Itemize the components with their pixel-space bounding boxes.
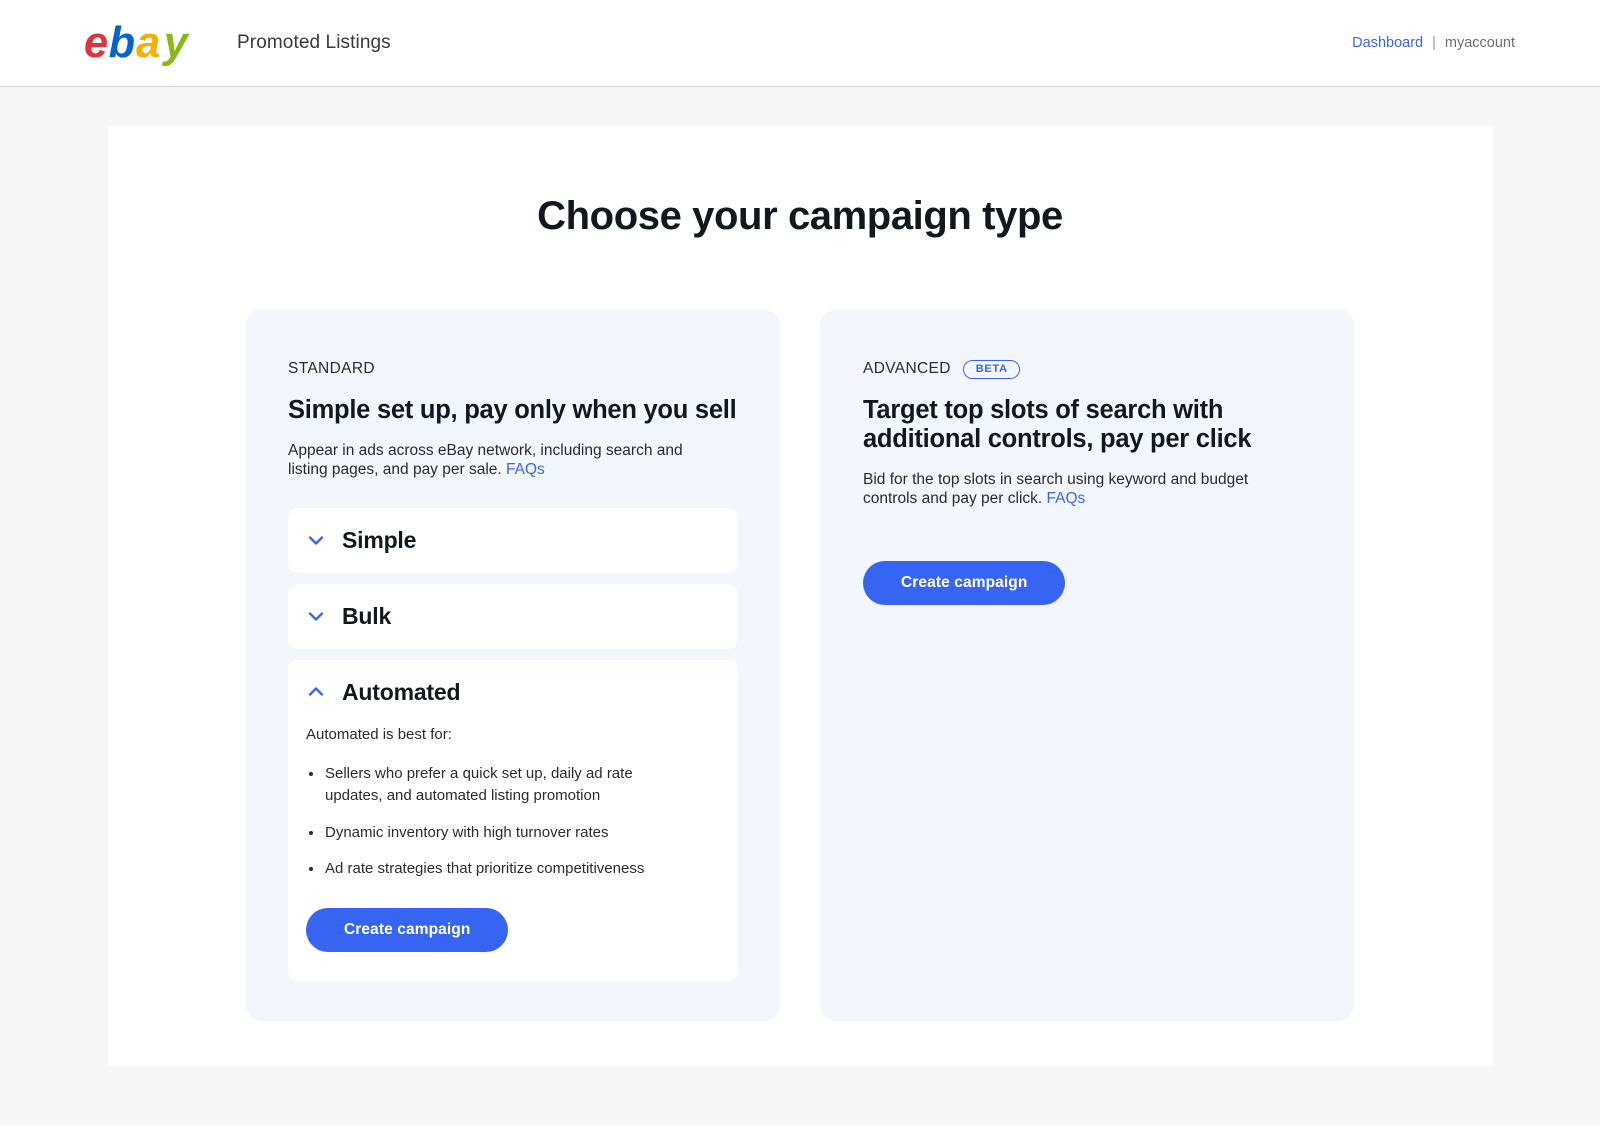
automated-benefits-list: Sellers who prefer a quick set up, daily…	[306, 763, 716, 881]
svg-text:a: a	[136, 19, 160, 67]
site-header: e b a y Promoted Listings Dashboard | my…	[0, 0, 1600, 87]
standard-eyebrow-row: STANDARD	[288, 358, 738, 380]
standard-faqs-link[interactable]: FAQs	[506, 461, 545, 478]
accordion-header-bulk[interactable]: Bulk	[305, 603, 716, 630]
standard-description-text: Appear in ads across eBay network, inclu…	[288, 441, 683, 478]
ebay-logo[interactable]: e b a y	[84, 19, 214, 67]
accordion-item-bulk[interactable]: Bulk	[288, 583, 738, 649]
campaign-type-options: STANDARD Simple set up, pay only when yo…	[108, 309, 1493, 1021]
advanced-eyebrow-row: ADVANCED BETA	[863, 358, 1312, 380]
brand-block: e b a y Promoted Listings	[84, 19, 391, 67]
chevron-up-icon[interactable]	[305, 681, 327, 703]
accordion-body-automated: Automated is best for: Sellers who prefe…	[305, 726, 716, 952]
chevron-down-icon[interactable]	[305, 529, 327, 551]
accordion-header-simple[interactable]: Simple	[305, 527, 716, 554]
advanced-campaign-card: ADVANCED BETA Target top slots of search…	[820, 309, 1354, 1021]
header-nav: Dashboard | myaccount	[1352, 35, 1570, 51]
svg-text:y: y	[162, 19, 190, 67]
standard-eyebrow: STANDARD	[288, 360, 375, 377]
accordion-title-automated: Automated	[342, 678, 461, 705]
accordion-item-simple[interactable]: Simple	[288, 507, 738, 573]
create-campaign-button-automated[interactable]: Create campaign	[306, 907, 509, 952]
list-item: Dynamic inventory with high turnover rat…	[306, 822, 666, 845]
list-item: Ad rate strategies that prioritize compe…	[306, 858, 666, 881]
standard-heading: Simple set up, pay only when you sell	[288, 396, 737, 424]
myaccount-link[interactable]: myaccount	[1445, 35, 1515, 51]
content-panel: Choose your campaign type STANDARD Simpl…	[107, 126, 1493, 1066]
accordion-title-bulk: Bulk	[342, 602, 392, 629]
page-area: Choose your campaign type STANDARD Simpl…	[0, 87, 1600, 1066]
chevron-down-icon[interactable]	[305, 605, 327, 627]
svg-text:b: b	[109, 19, 135, 67]
advanced-eyebrow: ADVANCED	[863, 360, 951, 377]
accordion-title-simple: Simple	[342, 526, 417, 553]
dashboard-link[interactable]: Dashboard	[1352, 35, 1423, 51]
create-campaign-button-advanced[interactable]: Create campaign	[863, 561, 1066, 606]
automated-lead-text: Automated is best for:	[306, 725, 452, 743]
advanced-heading: Target top slots of search with addition…	[863, 396, 1252, 453]
advanced-description: Bid for the top slots in search using ke…	[863, 471, 1283, 509]
accordion-header-automated[interactable]: Automated	[305, 679, 716, 706]
advanced-faqs-link[interactable]: FAQs	[1047, 490, 1086, 507]
svg-text:e: e	[84, 19, 108, 67]
standard-accordion-list: Simple Bulk Automated Automated is best …	[288, 507, 738, 981]
app-name: Promoted Listings	[237, 32, 391, 53]
standard-description: Appear in ads across eBay network, inclu…	[288, 442, 708, 480]
standard-campaign-card: STANDARD Simple set up, pay only when yo…	[246, 309, 780, 1021]
list-item: Sellers who prefer a quick set up, daily…	[306, 763, 666, 808]
page-title: Choose your campaign type	[537, 194, 1063, 238]
status-badge: BETA	[962, 359, 1020, 379]
header-separator: |	[1432, 35, 1436, 51]
accordion-item-automated[interactable]: Automated Automated is best for: Sellers…	[288, 659, 738, 981]
